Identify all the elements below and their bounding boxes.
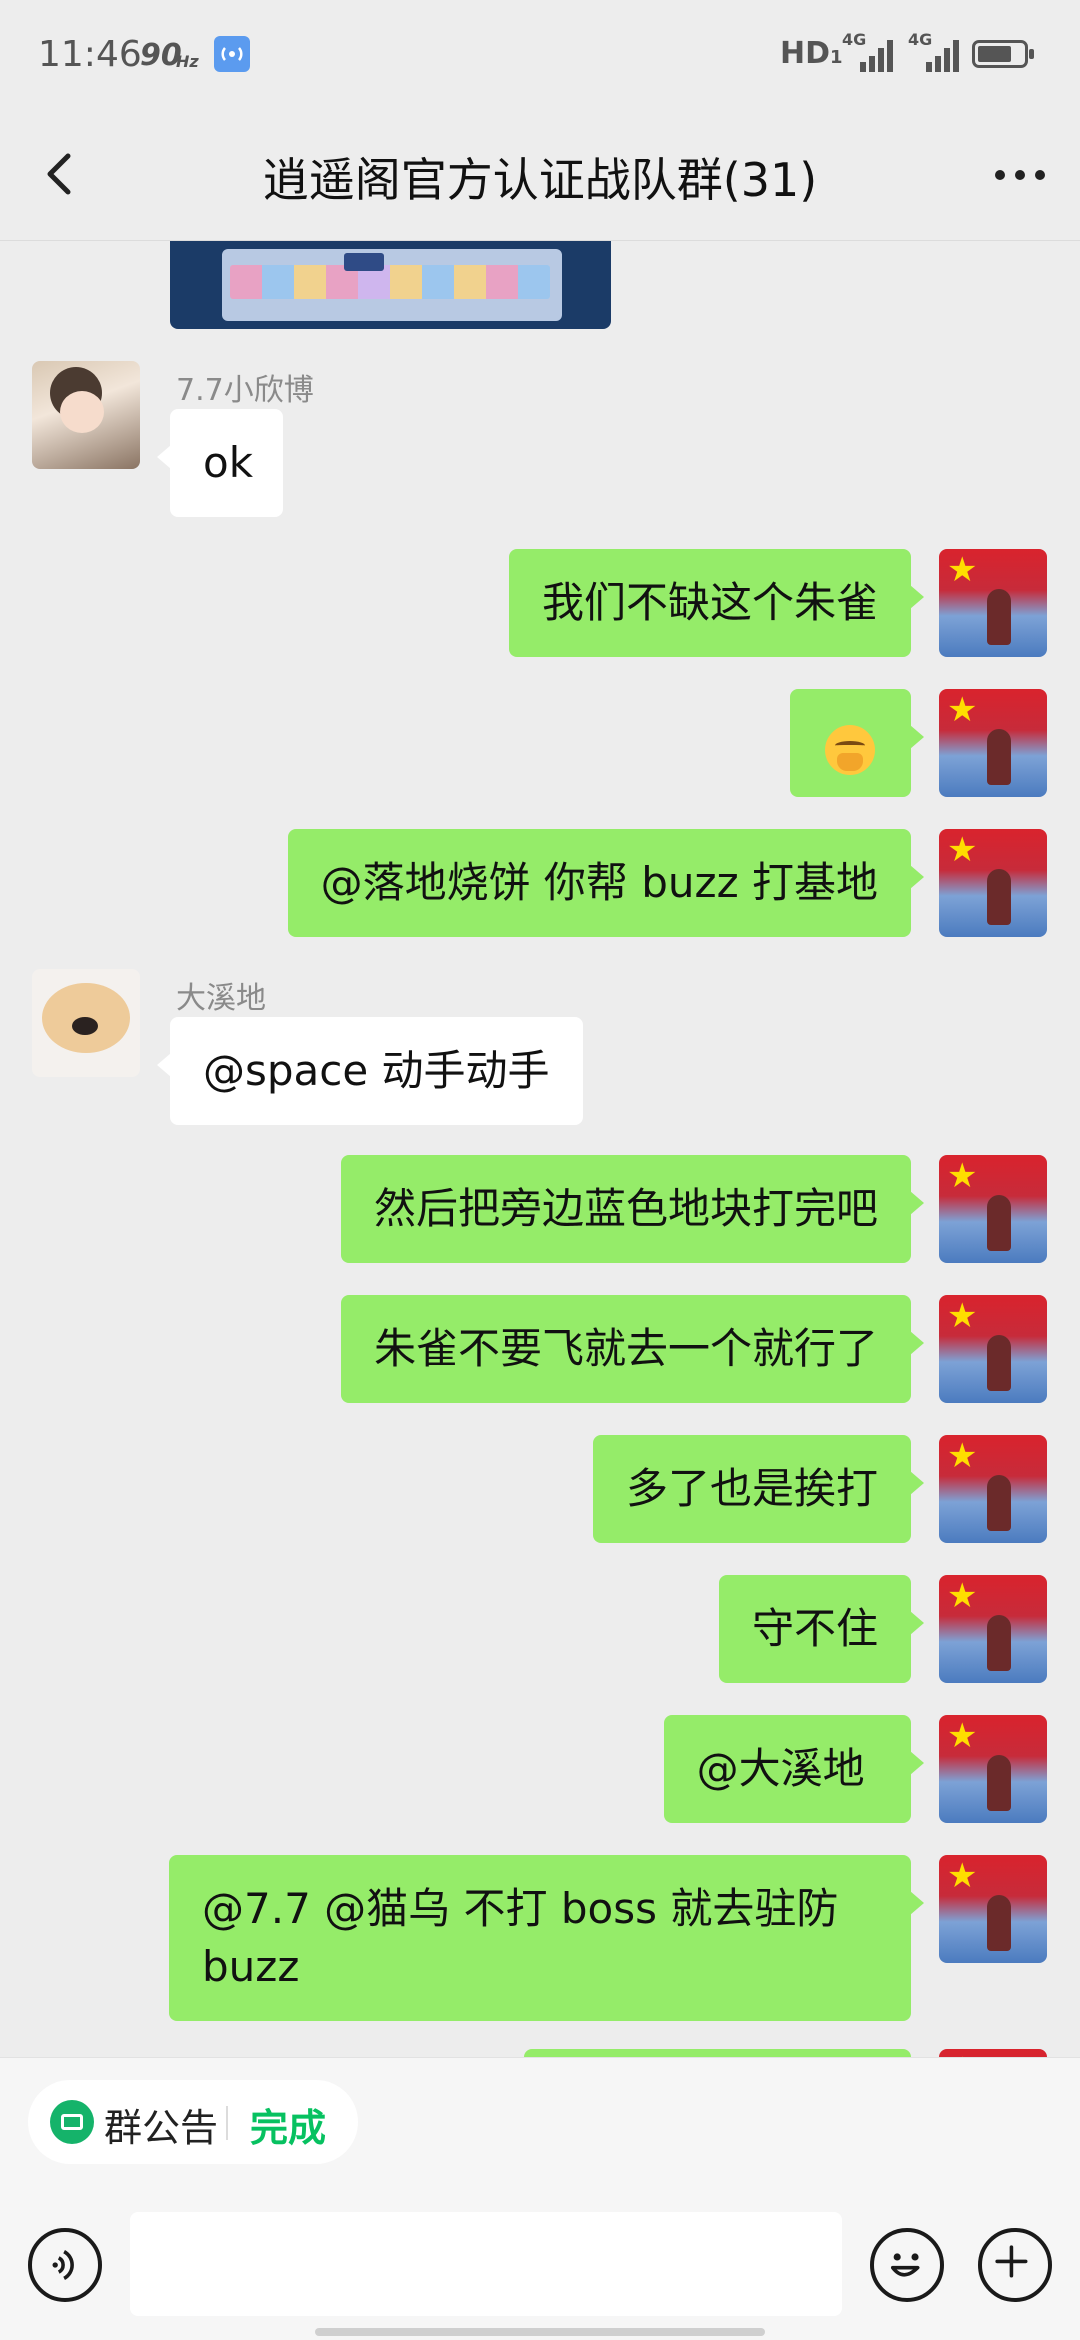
image-message[interactable] <box>170 241 611 329</box>
done-button[interactable]: 完成 <box>250 2097 326 2152</box>
avatar[interactable] <box>939 549 1047 657</box>
signal-icon: 4G <box>842 30 896 74</box>
battery-fill <box>978 46 1011 62</box>
message-bubble[interactable]: 多了也是挨打 <box>592 1435 925 1543</box>
avatar[interactable] <box>939 1855 1047 1963</box>
chat-header: 逍遥阁官方认证战队群(31) <box>0 110 1080 241</box>
message-bubble[interactable]: 朱雀不要飞就去一个就行了 <box>340 1295 925 1403</box>
home-indicator[interactable] <box>315 2328 765 2336</box>
plus-icon <box>995 2245 1028 2278</box>
voice-icon <box>52 2250 74 2280</box>
signal-icon-2: 4G <box>908 30 962 74</box>
refresh-rate-unit: Hz <box>176 52 199 71</box>
announcement-icon <box>50 2100 94 2144</box>
avatar[interactable] <box>939 829 1047 937</box>
message-bubble[interactable]: @大溪地 <box>663 1715 925 1823</box>
emoji-button[interactable] <box>870 2228 944 2302</box>
sender-name: 大溪地 <box>176 981 266 1016</box>
smirk-face-emoji <box>825 724 875 775</box>
back-button[interactable] <box>30 144 90 204</box>
message-bubble[interactable]: 然后把旁边蓝色地块打完吧 <box>340 1155 925 1263</box>
message-bubble[interactable]: 我们不缺这个朱雀 <box>508 549 925 657</box>
voice-button[interactable] <box>28 2228 102 2302</box>
status-time: 11:46 <box>38 34 142 75</box>
avatar[interactable] <box>32 361 140 469</box>
image-content-cards <box>230 265 550 299</box>
plus-button[interactable] <box>978 2228 1052 2302</box>
announcement-label: 群公告 <box>104 2106 219 2150</box>
hd-label: HD <box>780 36 831 71</box>
page-title: 逍遥阁官方认证战队群(31) <box>262 153 818 207</box>
hd-sub: 1 <box>830 47 843 68</box>
more-button[interactable] <box>990 150 1050 200</box>
avatar[interactable] <box>939 1435 1047 1543</box>
chat-screen: 11:46 90 Hz HD1 4G 4G 逍遥阁官方认证战队群(31) 7.7… <box>0 0 1080 2340</box>
message-bubble[interactable]: ok <box>157 409 283 517</box>
announcement-chip[interactable]: 群公告 完成 <box>28 2080 358 2164</box>
message-bubble[interactable] <box>790 689 924 797</box>
chevron-left-icon <box>47 153 71 195</box>
avatar[interactable] <box>939 689 1047 797</box>
avatar[interactable] <box>939 1295 1047 1403</box>
message-bubble[interactable]: @7.7 @猫乌 不打 boss 就去驻防 buzz <box>169 1855 924 2021</box>
avatar[interactable] <box>939 1155 1047 1263</box>
message-bubble[interactable]: @落地烧饼 你帮 buzz 打基地 <box>287 829 925 937</box>
avatar[interactable] <box>939 1715 1047 1823</box>
message-input[interactable] <box>130 2212 842 2316</box>
emoji-icon <box>890 2253 920 2277</box>
avatar[interactable] <box>939 2049 1047 2057</box>
message-bubble[interactable]: @space 动手动手 <box>157 1017 583 1125</box>
message-bubble-partial[interactable] <box>524 2049 911 2057</box>
battery-icon <box>972 40 1034 68</box>
avatar[interactable] <box>939 1575 1047 1683</box>
message-list[interactable]: 7.7小欣博 ok 我们不缺这个朱雀 @落地烧饼 你帮 buzz 打基地 大溪地… <box>0 241 1080 2057</box>
hotspot-icon <box>214 36 250 72</box>
image-content-logo <box>344 253 384 271</box>
divider <box>226 2106 228 2140</box>
status-bar: 11:46 90 Hz HD1 4G 4G <box>0 0 1080 110</box>
more-dots-icon <box>995 170 1045 180</box>
message-bubble[interactable]: 守不住 <box>718 1575 925 1683</box>
avatar[interactable] <box>32 969 140 1077</box>
sender-name: 7.7小欣博 <box>176 373 314 408</box>
hd-indicator: HD1 <box>780 36 843 71</box>
